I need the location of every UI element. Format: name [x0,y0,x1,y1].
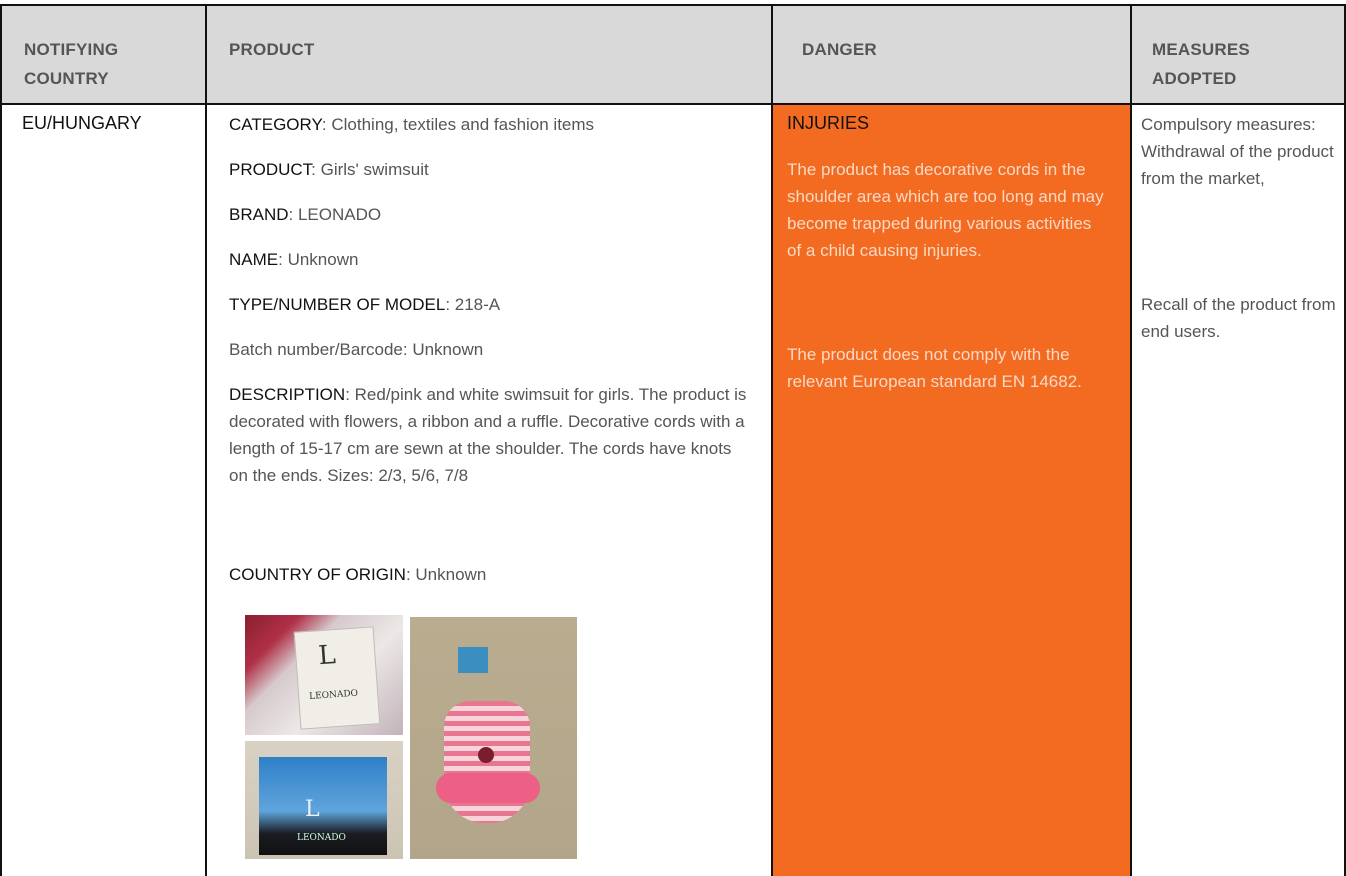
brand-value: : LEONADO [288,205,382,224]
cell-measures-adopted: Compulsory measures: Withdrawal of the p… [1132,105,1344,876]
border-danger-measures [1130,4,1132,876]
brand-label: BRAND [229,205,289,224]
product-label: PRODUCT [229,160,312,179]
type-value: : 218-A [445,295,501,314]
care-label: L LEONADO [293,626,381,730]
header-danger: DANGER [773,6,1130,103]
name-label: NAME [229,250,279,269]
report-table: NOTIFYING COUNTRY PRODUCT DANGER MEASURE… [0,0,1346,876]
hang-tag: L LEONADO [259,757,387,855]
description-label: DESCRIPTION [229,385,346,404]
name-field: NAME: Unknown [229,246,759,273]
country-value: EU/HUNGARY [22,113,142,133]
tag-brand-text: LEONADO [297,833,346,843]
danger-title: INJURIES [787,113,870,133]
product-label-photo: L LEONADO [245,615,403,735]
border-country-product [205,4,207,876]
category-value: : Clothing, textiles and fashion items [321,115,595,134]
cell-danger: INJURIES The product has decorative cord… [773,105,1130,876]
type-label: TYPE/NUMBER OF MODEL [229,295,446,314]
tag-logo: L [305,797,320,822]
type-field: TYPE/NUMBER OF MODEL: 218-A [229,291,759,318]
batch-field: Batch number/Barcode: Unknown [229,340,484,359]
danger-description: The product has decorative cords in the … [787,160,1104,260]
measures-recall: Recall of the product from end users. [1141,295,1336,341]
swimsuit-ruffle [436,773,540,803]
header-notifying-country-label: NOTIFYING COUNTRY [24,40,119,88]
header-danger-label: DANGER [802,40,877,59]
header-product-label: PRODUCT [229,40,315,59]
header-bottom-border [0,103,1346,105]
swimsuit-tag [458,647,488,673]
product-tag-photo: L LEONADO [245,741,403,859]
brand-field: BRAND: LEONADO [229,201,759,228]
header-notifying-country: NOTIFYING COUNTRY [2,6,205,103]
label-logo: L [317,640,337,672]
swimsuit-flower [478,747,494,763]
header-product: PRODUCT [207,6,771,103]
cell-notifying-country: EU/HUNGARY [2,105,205,876]
header-measures-adopted: MEASURES ADOPTED [1132,6,1344,103]
cell-product: CATEGORY: Clothing, textiles and fashion… [207,105,771,876]
table-top-border [0,4,1346,6]
border-product-danger [771,4,773,876]
label-brand-text: LEONADO [308,688,359,702]
product-field: PRODUCT: Girls' swimsuit [229,156,759,183]
danger-standard: The product does not comply with the rel… [787,345,1082,391]
border-left [0,4,2,876]
swimsuit-photo [410,617,577,859]
header-measures-label: MEASURES ADOPTED [1152,40,1250,88]
origin-label: COUNTRY OF ORIGIN [229,565,406,584]
origin-value: : Unknown [405,565,487,584]
category-field: CATEGORY: Clothing, textiles and fashion… [229,111,759,138]
product-value: : Girls' swimsuit [311,160,429,179]
origin-field: COUNTRY OF ORIGIN: Unknown [229,561,759,588]
description-field: DESCRIPTION: Red/pink and white swimsuit… [229,381,749,489]
measures-compulsory: Compulsory measures: Withdrawal of the p… [1141,115,1334,188]
category-label: CATEGORY [229,115,322,134]
name-value: : Unknown [278,250,359,269]
